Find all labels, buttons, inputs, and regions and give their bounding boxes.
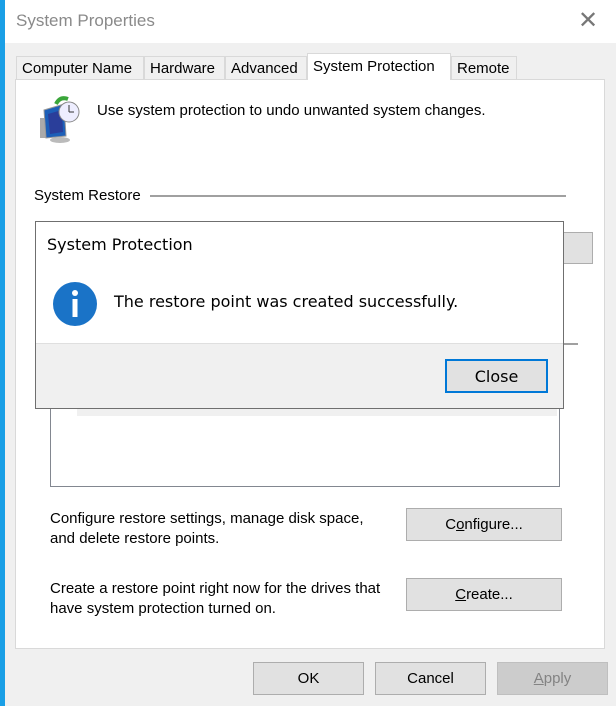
dialog-message: The restore point was created successful… xyxy=(114,292,459,311)
label: reate... xyxy=(466,586,513,603)
system-restore-heading: System Restore xyxy=(34,187,141,204)
group-divider xyxy=(150,195,566,197)
apply-button[interactable]: Apply xyxy=(497,662,608,695)
dialog-close-button[interactable]: Close xyxy=(445,359,548,393)
dialog-title: System Protection xyxy=(47,235,193,254)
create-text-2: have system protection turned on. xyxy=(50,600,276,617)
label: pply xyxy=(543,670,572,687)
close-window-icon[interactable]: ✕ xyxy=(578,6,598,35)
configure-button[interactable]: Co nfigure... xyxy=(406,508,562,541)
ok-button[interactable]: OK xyxy=(253,662,364,695)
label: nfigure... xyxy=(464,516,523,533)
window-title: System Properties xyxy=(16,11,155,30)
configure-text-2: and delete restore points. xyxy=(50,530,220,547)
configure-text-1: Configure restore settings, manage disk … xyxy=(50,510,364,527)
tab-advanced[interactable]: Advanced xyxy=(225,56,307,80)
system-protection-icon xyxy=(40,96,80,143)
cancel-button[interactable]: Cancel xyxy=(375,662,486,695)
message-dialog: System Protection The restore point was … xyxy=(35,221,564,409)
create-button[interactable]: Create... xyxy=(406,578,562,611)
dialog-footer: Close xyxy=(36,343,563,408)
info-icon xyxy=(53,282,97,326)
intro-text: Use system protection to undo unwanted s… xyxy=(97,102,486,119)
mnemonic: A xyxy=(533,670,544,687)
tab-remote[interactable]: Remote xyxy=(451,56,517,80)
mnemonic: o xyxy=(456,516,465,533)
window-edge xyxy=(0,0,5,706)
mnemonic: C xyxy=(455,586,467,603)
tab-hardware[interactable]: Hardware xyxy=(144,56,225,80)
label: C xyxy=(445,516,457,533)
create-text-1: Create a restore point right now for the… xyxy=(50,580,381,597)
tab-computer-name[interactable]: Computer Name xyxy=(16,56,144,80)
tab-system-protection[interactable]: System Protection xyxy=(307,53,451,80)
